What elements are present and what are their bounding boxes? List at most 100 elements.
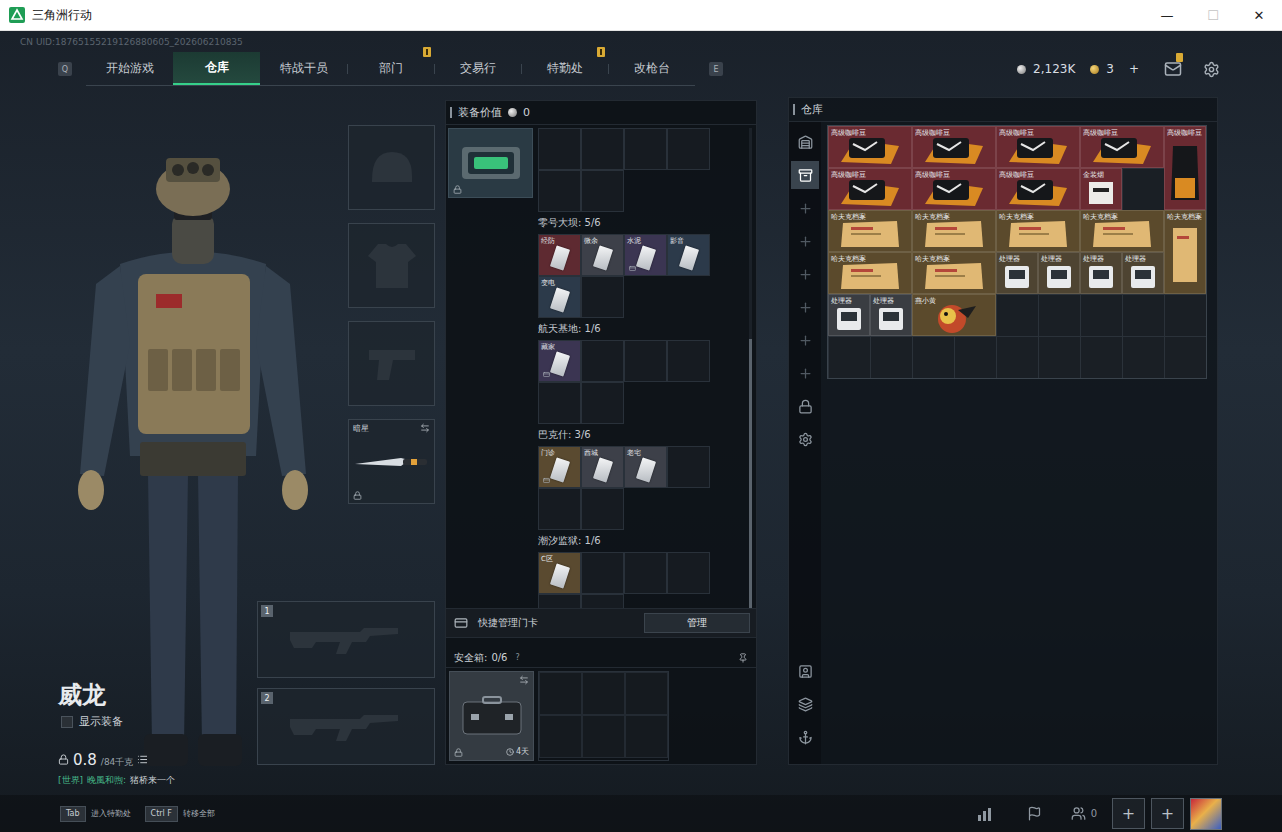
chat-line[interactable]: [世界]晚風和煦:猪桥来一个 <box>58 774 257 787</box>
warehouse-sidebar-tab[interactable] <box>791 723 819 751</box>
warehouse-sidebar-tab[interactable] <box>791 293 819 321</box>
nav-tab[interactable]: 开始游戏 <box>86 52 173 85</box>
pin-icon[interactable] <box>738 653 748 663</box>
keycard-cell[interactable]: 影音 <box>667 234 710 276</box>
warehouse-sidebar-tab[interactable] <box>791 128 819 156</box>
warehouse-item[interactable]: 高级咖啡豆 <box>1164 126 1206 210</box>
swap-icon[interactable] <box>420 423 430 433</box>
scrollbar-thumb[interactable] <box>749 339 752 608</box>
keycard-cell[interactable] <box>667 552 710 594</box>
keycard-cell[interactable] <box>624 552 667 594</box>
warehouse-item[interactable]: 高级咖啡豆 <box>996 126 1080 168</box>
gear-slot[interactable] <box>348 125 435 210</box>
keycard-cell[interactable] <box>581 594 624 608</box>
weapon-slot[interactable]: 2 <box>257 688 435 765</box>
swap-icon[interactable] <box>519 675 529 685</box>
warehouse-item[interactable]: 高级咖啡豆 <box>828 126 912 168</box>
mail-button[interactable] <box>1164 60 1182 78</box>
window-control-button[interactable]: — <box>1144 0 1190 30</box>
warehouse-item[interactable]: 哈夫克档案 <box>828 210 912 252</box>
gear-slot[interactable] <box>348 223 435 308</box>
keycard-cell[interactable] <box>581 128 624 170</box>
party-slot[interactable]: + <box>1151 798 1184 829</box>
keycard-cell[interactable]: C区 <box>538 552 581 594</box>
warehouse-sidebar-tab[interactable] <box>791 161 819 189</box>
warehouse-item[interactable]: 金装烟 <box>1080 168 1122 210</box>
warehouse-item[interactable]: 高级咖啡豆 <box>1080 126 1164 168</box>
keycard-cell[interactable] <box>667 446 710 488</box>
add-currency-button[interactable]: + <box>1129 62 1139 76</box>
friends-button[interactable]: 0 <box>1062 799 1106 829</box>
keycard[interactable]: 影音 <box>668 235 709 275</box>
flag-button[interactable] <box>1012 799 1056 829</box>
manage-button[interactable]: 管理 <box>644 613 750 633</box>
safe-box-cell[interactable] <box>582 715 625 758</box>
safe-box-cell[interactable] <box>625 672 668 715</box>
warehouse-item[interactable]: 处理器 <box>870 294 912 336</box>
keycard[interactable]: 西城 <box>582 447 623 487</box>
gear-icon[interactable] <box>1203 61 1220 78</box>
keycard-cell[interactable]: 水泥 <box>624 234 667 276</box>
show-gear-toggle[interactable]: 显示装备 <box>61 714 257 729</box>
keycard-cell[interactable] <box>581 382 624 424</box>
keycard-cell[interactable]: 老宅 <box>624 446 667 488</box>
party-slot[interactable]: + <box>1112 798 1145 829</box>
keycard[interactable]: 水泥 <box>625 235 666 275</box>
next-tab-key[interactable]: E <box>709 62 723 76</box>
keycard[interactable]: 经防 <box>539 235 580 275</box>
warehouse-sidebar-tab[interactable] <box>791 260 819 288</box>
warehouse-item[interactable]: 高级咖啡豆 <box>912 126 996 168</box>
keycard-cell[interactable] <box>538 382 581 424</box>
warehouse-item[interactable]: 处理器 <box>996 252 1038 294</box>
keycard[interactable]: 门诊 <box>539 447 580 487</box>
keycard-cell[interactable]: 藏家 <box>538 340 581 382</box>
weapon-slot[interactable]: 1 <box>257 601 435 678</box>
safe-box-item[interactable]: 4天 <box>449 671 534 761</box>
warehouse-item[interactable]: 高级咖啡豆 <box>912 168 996 210</box>
keycard-cell[interactable] <box>624 128 667 170</box>
keycard-list[interactable]: 零号大坝: 5/6经防微余水泥影音变电航天基地: 1/6藏家巴克什: 3/6门诊… <box>446 125 756 608</box>
keycard-cell[interactable] <box>624 340 667 382</box>
nav-tab[interactable]: 部门 <box>347 52 434 85</box>
warehouse-sidebar-tab[interactable] <box>791 227 819 255</box>
keycard-cell[interactable] <box>581 340 624 382</box>
warehouse-item[interactable]: 燕小黄 <box>912 294 996 336</box>
gear-slot[interactable]: 暗星 <box>348 419 435 504</box>
keycard-cell[interactable] <box>581 170 624 212</box>
keycard-cell[interactable] <box>667 128 710 170</box>
help-button[interactable]: ? <box>515 653 519 662</box>
list-icon[interactable] <box>137 754 148 765</box>
keycard-cell[interactable] <box>538 594 581 608</box>
keycard-cell[interactable]: 微余 <box>581 234 624 276</box>
keycard-cell[interactable] <box>667 340 710 382</box>
player-avatar[interactable] <box>1190 798 1222 830</box>
keycard-cell[interactable] <box>538 128 581 170</box>
keycard-cell[interactable] <box>538 488 581 530</box>
keycard[interactable]: C区 <box>539 553 580 593</box>
warehouse-item[interactable]: 哈夫克档案 <box>996 210 1080 252</box>
warehouse-sidebar-tab[interactable] <box>791 690 819 718</box>
keycard-cell[interactable] <box>538 170 581 212</box>
nav-tab[interactable]: 特战干员 <box>260 52 347 85</box>
keycard[interactable]: 变电 <box>539 277 580 317</box>
safe-box-cell[interactable] <box>539 672 582 715</box>
keycard-case[interactable] <box>448 128 533 198</box>
show-gear-checkbox[interactable] <box>61 716 73 728</box>
key-hint[interactable]: Tab进入特勤处 <box>60 806 131 822</box>
warehouse-sidebar-tab[interactable] <box>791 657 819 685</box>
nav-tab[interactable]: 仓库 <box>173 52 260 85</box>
keycard-cell[interactable]: 西城 <box>581 446 624 488</box>
warehouse-sidebar-tab[interactable] <box>791 392 819 420</box>
warehouse-item[interactable]: 哈夫克档案 <box>912 252 996 294</box>
nav-tab[interactable]: 改枪台 <box>608 52 695 85</box>
keycard[interactable]: 藏家 <box>539 341 580 381</box>
keycard-cell[interactable]: 变电 <box>538 276 581 318</box>
warehouse-item[interactable]: 哈夫克档案 <box>912 210 996 252</box>
safe-box-cell[interactable] <box>625 715 668 758</box>
warehouse-sidebar-tab[interactable] <box>791 359 819 387</box>
prev-tab-key[interactable]: Q <box>58 62 72 76</box>
warehouse-item[interactable]: 处理器 <box>828 294 870 336</box>
window-control-button[interactable]: ☐ <box>1190 0 1236 30</box>
gear-slot[interactable] <box>348 321 435 406</box>
keycard[interactable]: 微余 <box>582 235 623 275</box>
